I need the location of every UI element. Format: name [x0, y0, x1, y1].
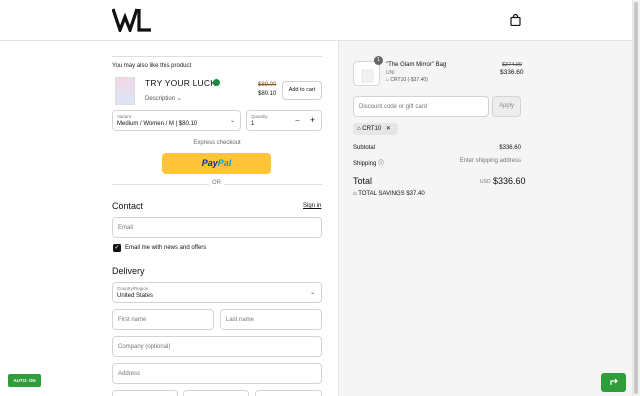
- subtotal-label: Subtotal: [353, 145, 376, 151]
- description-toggle[interactable]: Description ⌄: [145, 95, 182, 102]
- company-field[interactable]: Company (optional): [112, 336, 322, 357]
- add-to-cart-button[interactable]: Add to cart: [282, 81, 322, 100]
- country-select[interactable]: Country/Region United States ⌄: [112, 282, 322, 303]
- minus-button[interactable]: −: [295, 116, 300, 125]
- recommended-product-name[interactable]: TRY YOUR LUCK: [145, 78, 216, 88]
- country-value: United States: [117, 293, 154, 299]
- email-field[interactable]: Email: [112, 217, 322, 238]
- product-discount-text: CRT10 (-$37.40): [390, 77, 428, 83]
- paypal-logo-part1: Pay: [201, 158, 218, 168]
- quantity-value: 1: [251, 121, 255, 127]
- description-label: Description: [145, 96, 176, 102]
- auto-toggle-button[interactable]: AUTO: ON: [8, 374, 41, 387]
- or-separator: OR: [209, 180, 224, 186]
- email-placeholder: Email: [118, 225, 134, 231]
- paypal-button[interactable]: PayPal: [162, 153, 271, 174]
- express-checkout-label: Express checkout: [193, 140, 241, 146]
- product-name: "The Glam Mirror" Bag: [386, 62, 447, 68]
- delivery-heading: Delivery: [112, 266, 145, 276]
- savings-value: $37.40: [406, 191, 425, 197]
- total-savings: ⌂ TOTAL SAVINGS $37.40: [353, 191, 425, 197]
- info-icon[interactable]: ⓘ: [378, 161, 384, 167]
- product-price: $336.60: [500, 69, 524, 76]
- chevron-down-icon: ⌄: [229, 118, 235, 124]
- logo[interactable]: [112, 8, 152, 32]
- apply-button[interactable]: Apply: [492, 96, 521, 117]
- recommendation-title: You may also like this product: [112, 63, 192, 69]
- variant-value: Medium / Women / M | $80.10: [117, 121, 198, 127]
- applied-code-tag: ⌂ CRT10 ✕: [353, 123, 398, 135]
- discount-placeholder: Discount code or gift card: [359, 104, 428, 110]
- total-currency: USD: [480, 179, 491, 185]
- savings-label: TOTAL SAVINGS: [358, 191, 405, 197]
- newsletter-label: Email me with news and offers: [125, 245, 207, 251]
- shopping-bag-icon[interactable]: [510, 14, 521, 26]
- chevron-down-icon: ⌄: [309, 290, 315, 296]
- last-name-placeholder: Last name: [226, 317, 255, 323]
- quantity-label: Quantity: [251, 114, 268, 119]
- in-stock-icon: [213, 79, 220, 86]
- remove-code-icon[interactable]: ✕: [386, 126, 391, 132]
- subtotal-value: $336.60: [499, 145, 521, 151]
- chat-button[interactable]: [601, 373, 626, 392]
- newsletter-checkbox[interactable]: ✓: [113, 244, 121, 252]
- total-value: $336.60: [493, 176, 526, 186]
- shipping-value: Enter shipping address: [459, 158, 521, 164]
- tag-icon: ⌂: [386, 77, 390, 83]
- recommended-price: $80.10: [258, 91, 277, 97]
- scrollbar-thumb[interactable]: [634, 2, 638, 394]
- tag-icon: ⌂: [357, 126, 361, 132]
- order-summary-panel: [338, 41, 632, 396]
- plus-button[interactable]: +: [310, 115, 315, 125]
- discount-code-input[interactable]: Discount code or gift card: [353, 96, 489, 117]
- chevron-down-icon: ⌄: [176, 96, 182, 102]
- address-placeholder: Address: [118, 371, 141, 377]
- country-label: Country/Region: [117, 286, 149, 291]
- product-old-price: $374.00: [502, 62, 522, 68]
- contact-heading: Contact: [112, 201, 144, 211]
- tag-icon: ⌂: [353, 191, 357, 197]
- share-icon: [609, 378, 618, 385]
- recommended-product-image[interactable]: [115, 77, 135, 105]
- first-name-field[interactable]: First name: [112, 309, 214, 330]
- divider: [112, 56, 322, 57]
- variant-select[interactable]: Variant Medium / Women / M | $80.10 ⌄: [112, 110, 241, 131]
- last-name-field[interactable]: Last name: [220, 309, 322, 330]
- address-field[interactable]: Address: [112, 363, 322, 384]
- shipping-label: Shipping: [353, 161, 377, 167]
- zip-field[interactable]: [255, 390, 322, 396]
- city-field[interactable]: [183, 390, 249, 396]
- header: [0, 0, 640, 41]
- variant-label: Variant: [117, 114, 131, 119]
- bag-thumbnail-icon: [361, 69, 374, 83]
- shipping-row: Shipping ⓘ: [353, 158, 384, 167]
- applied-code: CRT10: [362, 126, 382, 132]
- sign-in-link[interactable]: Sign in: [303, 203, 321, 209]
- product-variant: UNI: [386, 70, 395, 76]
- paypal-logo-part2: Pal: [217, 158, 232, 168]
- quantity-stepper[interactable]: Quantity 1 − +: [246, 110, 322, 131]
- product-image: [353, 61, 380, 86]
- quantity-badge: 1: [374, 56, 383, 65]
- first-name-placeholder: First name: [118, 317, 147, 323]
- product-discount: ⌂ CRT10 (-$37.40): [386, 77, 428, 83]
- total-label: Total: [353, 176, 373, 186]
- apartment-field[interactable]: [112, 390, 178, 396]
- company-placeholder: Company (optional): [118, 344, 171, 350]
- recommended-old-price: $89.00: [258, 82, 277, 88]
